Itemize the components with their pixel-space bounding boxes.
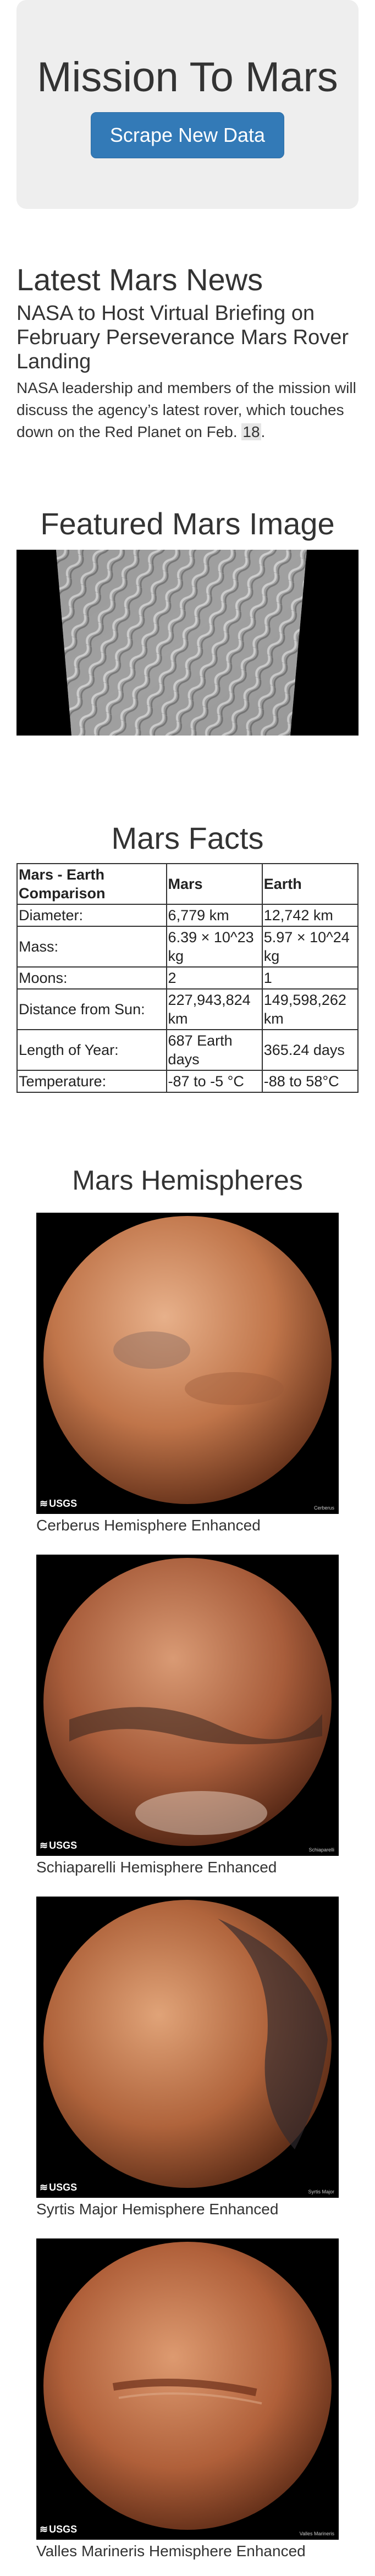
scrape-new-data-button[interactable]: Scrape New Data	[90, 112, 285, 158]
hemisphere-caption: Valles Marineris Hemisphere Enhanced	[36, 2542, 306, 2560]
table-cell: -88 to 58°C	[261, 1070, 359, 1093]
table-cell: -87 to -5 °C	[166, 1070, 263, 1093]
table-cell: Mass:	[16, 926, 167, 968]
mars-facts-table: Mars - Earth Comparison Mars Earth Diame…	[16, 863, 359, 1093]
table-row: Distance from Sun: 227,943,824 km 149,59…	[16, 988, 359, 1030]
image-credit: Syrtis Major	[308, 2189, 334, 2194]
hemisphere-image[interactable]: USGS Syrtis Major	[36, 1897, 339, 2198]
mars-globe-graphic	[43, 1216, 332, 1504]
table-cell: 5.97 × 10^24 kg	[261, 926, 359, 968]
table-row: Diameter: 6,779 km 12,742 km	[16, 904, 359, 927]
page-title: Mission To Mars	[37, 54, 338, 101]
hemisphere-card-syrtis-major: USGS Syrtis Major Syrtis Major Hemispher…	[36, 1897, 339, 2219]
hemisphere-card-valles-marineris: USGS Valles Marineris Valles Marineris H…	[36, 2238, 339, 2561]
table-cell: 12,742 km	[261, 904, 359, 927]
mars-globe-graphic	[43, 1558, 332, 1846]
news-teaser-highlight: 18	[241, 423, 261, 440]
image-credit: Cerberus	[313, 1505, 334, 1511]
table-cell: Moons:	[16, 966, 167, 990]
usgs-logo: USGS	[40, 2182, 77, 2193]
mars-globe-graphic	[43, 2242, 332, 2530]
table-header-mars: Mars	[166, 863, 263, 905]
hemisphere-card-schiaparelli: USGS Schiaparelli Schiaparelli Hemispher…	[36, 1555, 339, 1877]
mars-hemispheres-title: Mars Hemispheres	[72, 1165, 303, 1196]
featured-mars-image	[16, 550, 359, 736]
hemisphere-image[interactable]: USGS Cerberus	[36, 1213, 339, 1514]
jumbotron-header: Mission To Mars Scrape New Data	[16, 0, 359, 209]
hemisphere-caption: Schiaparelli Hemisphere Enhanced	[36, 1859, 277, 1876]
table-row: Length of Year: 687 Earth days 365.24 da…	[16, 1029, 359, 1071]
hemisphere-image[interactable]: USGS Valles Marineris	[36, 2238, 339, 2540]
table-cell: 6.39 × 10^23 kg	[166, 926, 263, 968]
table-header-comparison: Mars - Earth Comparison	[16, 863, 167, 905]
news-teaser: NASA leadership and members of the missi…	[16, 377, 357, 443]
mars-globe-graphic	[43, 1900, 332, 2188]
table-header-earth: Earth	[261, 863, 359, 905]
usgs-logo: USGS	[40, 2524, 77, 2535]
news-section-title: Latest Mars News	[16, 262, 263, 297]
usgs-logo: USGS	[40, 1498, 77, 1510]
table-cell: Length of Year:	[16, 1029, 167, 1071]
table-cell: Diameter:	[16, 904, 167, 927]
hemisphere-card-cerberus: USGS Cerberus Cerberus Hemisphere Enhanc…	[36, 1213, 339, 1535]
table-header-row: Mars - Earth Comparison Mars Earth	[16, 863, 359, 905]
mars-facts-title: Mars Facts	[111, 821, 264, 855]
table-cell: 687 Earth days	[166, 1029, 263, 1071]
image-credit: Schiaparelli	[308, 1847, 334, 1853]
usgs-logo: USGS	[40, 1840, 77, 1851]
table-cell: Temperature:	[16, 1070, 167, 1093]
table-cell: 2	[166, 966, 263, 990]
table-cell: Distance from Sun:	[16, 988, 167, 1030]
table-cell: 149,598,262 km	[261, 988, 359, 1030]
featured-image-graphic	[56, 550, 307, 736]
hemisphere-image[interactable]: USGS Schiaparelli	[36, 1555, 339, 1856]
table-row: Mass: 6.39 × 10^23 kg 5.97 × 10^24 kg	[16, 926, 359, 968]
featured-image-title: Featured Mars Image	[40, 506, 335, 541]
news-teaser-end: .	[261, 423, 266, 440]
hemisphere-caption: Syrtis Major Hemisphere Enhanced	[36, 2201, 279, 2218]
table-row: Moons: 2 1	[16, 966, 359, 990]
image-credit: Valles Marineris	[299, 2531, 334, 2536]
news-teaser-text: NASA leadership and members of the missi…	[16, 379, 356, 440]
table-cell: 1	[261, 966, 359, 990]
table-cell: 227,943,824 km	[166, 988, 263, 1030]
table-row: Temperature: -87 to -5 °C -88 to 58°C	[16, 1070, 359, 1093]
hemisphere-caption: Cerberus Hemisphere Enhanced	[36, 1517, 261, 1534]
table-cell: 6,779 km	[166, 904, 263, 927]
table-cell: 365.24 days	[261, 1029, 359, 1071]
news-headline: NASA to Host Virtual Briefing on Februar…	[16, 302, 349, 373]
